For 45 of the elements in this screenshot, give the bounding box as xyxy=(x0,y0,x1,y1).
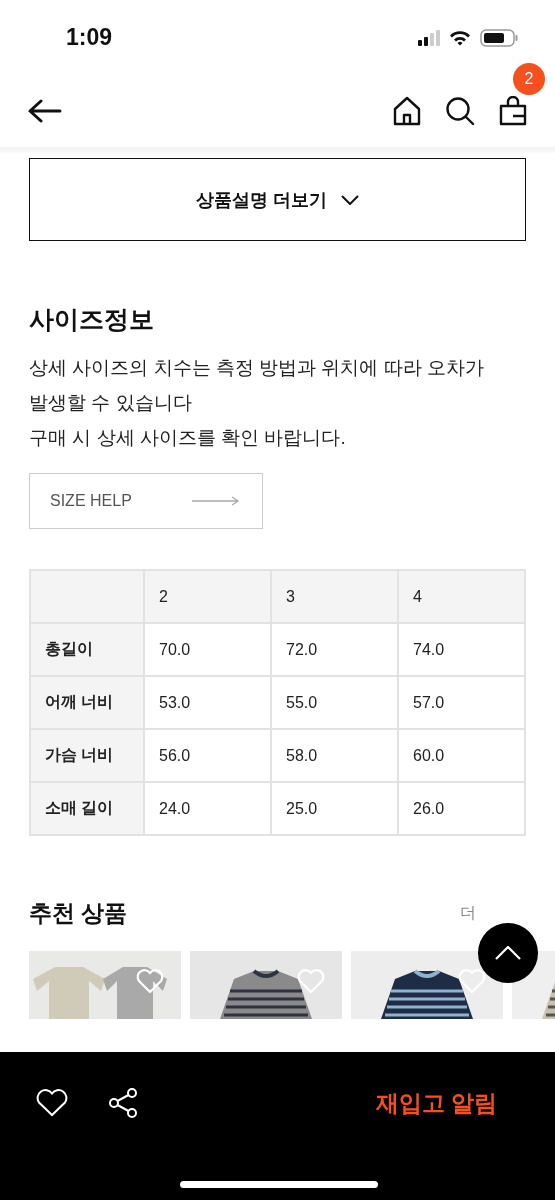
table-header-cell: 4 xyxy=(398,570,525,623)
home-button[interactable] xyxy=(393,96,421,126)
table-cell: 24.0 xyxy=(144,782,271,835)
size-note: 상세 사이즈의 치수는 측정 방법과 위치에 따라 오차가 xyxy=(29,356,485,380)
battery-icon xyxy=(480,28,518,47)
signal-icon xyxy=(418,29,440,46)
table-cell: 55.0 xyxy=(271,676,398,729)
more-link[interactable]: 더 xyxy=(460,903,476,924)
arrow-right-icon xyxy=(192,496,240,506)
back-button[interactable] xyxy=(28,99,62,123)
table-header-cell: 2 xyxy=(144,570,271,623)
table-cell: 25.0 xyxy=(271,782,398,835)
table-cell: 56.0 xyxy=(144,729,271,782)
row-label-cell: 어깨 너비 xyxy=(30,676,144,729)
table-cell: 74.0 xyxy=(398,623,525,676)
table-cell: 70.0 xyxy=(144,623,271,676)
wifi-icon xyxy=(449,29,471,46)
row-label-cell: 가슴 너비 xyxy=(30,729,144,782)
search-button[interactable] xyxy=(445,96,475,126)
cart-count-badge: 2 xyxy=(513,63,545,95)
chevron-up-icon xyxy=(495,946,521,960)
row-label-cell: 총길이 xyxy=(30,623,144,676)
chevron-down-icon xyxy=(341,194,359,205)
section-title: 사이즈정보 xyxy=(29,304,155,335)
table-cell: 60.0 xyxy=(398,729,525,782)
heart-icon[interactable] xyxy=(36,1089,68,1117)
share-icon[interactable] xyxy=(108,1087,138,1119)
section-title: 추천 상품 xyxy=(29,899,128,928)
table-header-cell: 3 xyxy=(271,570,398,623)
row-label-cell: 소매 길이 xyxy=(30,782,144,835)
cart-button[interactable] xyxy=(499,96,527,126)
size-note: 발생할 수 있습니다 xyxy=(29,391,193,415)
size-help-button[interactable]: SIZE HELP xyxy=(29,473,263,529)
table-cell: 53.0 xyxy=(144,676,271,729)
table-cell: 72.0 xyxy=(271,623,398,676)
table-cell: 26.0 xyxy=(398,782,525,835)
heart-icon[interactable] xyxy=(458,968,486,994)
status-time: 1:09 xyxy=(66,24,113,51)
table-cell: 57.0 xyxy=(398,676,525,729)
heart-icon[interactable] xyxy=(297,968,325,994)
scroll-top-button[interactable] xyxy=(478,923,538,983)
table-cell: 58.0 xyxy=(271,729,398,782)
size-note: 구매 시 상세 사이즈를 확인 바랍니다. xyxy=(29,426,347,450)
restock-alert-button[interactable]: 재입고 알림 xyxy=(375,1087,497,1119)
more-description-button[interactable]: 상품설명 더보기 xyxy=(29,158,526,241)
